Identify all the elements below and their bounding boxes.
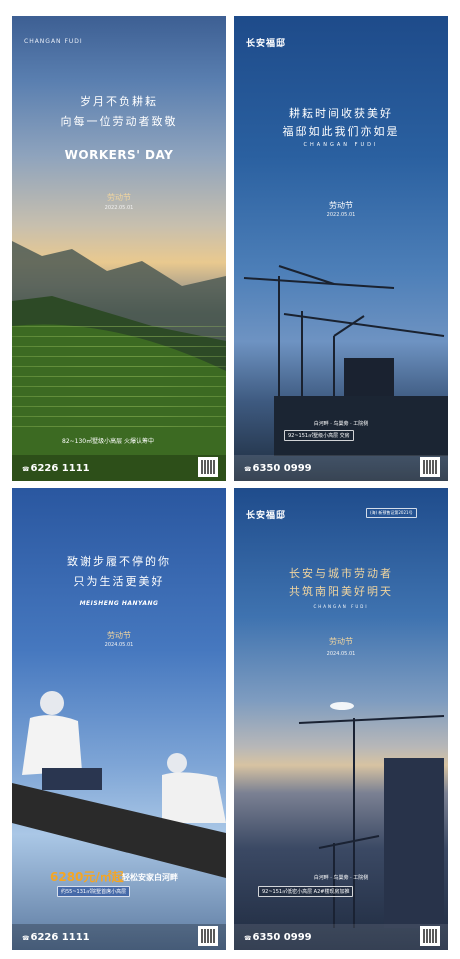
festival-date: 2022.05.01 [326,212,356,218]
promo-pill: 约55~131㎡院墅首席小高层 [57,886,131,897]
brand-logo: 长安福邸 [246,39,287,49]
festival-label: 劳动节 [329,637,353,646]
sub-title-en: MEISHENG HANYANG [79,600,159,607]
sub-title-en: CHANGAN FUDI [313,604,369,609]
phone-number-text: 6350 0999 [252,932,312,943]
phone-number: ☎6226 1111 [22,932,90,943]
phone-icon: ☎ [244,466,252,473]
poster-steel-workers: 致谢步履不停的你 只为生活更美好 MEISHENG HANYANG 劳动节 20… [12,488,226,950]
phone-number: ☎6350 0999 [244,932,312,943]
phone-icon: ☎ [22,466,30,473]
price-tagline: 轻松安家白河畔 [122,873,178,882]
poster-workers-day-terraces: CHANGAN FUDI 岁月不负耕耘 向每一位劳动者致敬 WORKERS' D… [12,16,226,481]
headline-line2: 向每一位劳动者致敬 [60,115,178,128]
phone-icon: ☎ [22,935,30,942]
brand-logo: 长安福邸 [246,511,287,521]
phone-number: ☎6350 0999 [244,463,312,474]
location-line: 白河畔 · 鸟巢旁 · 工院侧 [313,875,369,881]
brand-logo: CHANGAN FUDI [24,38,83,45]
phone-number-text: 6226 1111 [30,932,90,943]
festival-date: 2024.05.01 [326,651,356,657]
qr-code [420,926,440,946]
headline-line2: 只为生活更美好 [73,575,165,588]
qr-code [420,457,440,477]
headline-line1: 长安与城市劳动者 [289,567,393,580]
festival-label: 劳动节 [107,631,131,640]
phone-number: ☎6226 1111 [22,463,90,474]
phone-number-text: 6350 0999 [252,463,312,474]
festival-date: 2022.05.01 [104,205,134,211]
headline-line1: 岁月不负耕耘 [80,95,158,108]
festival-label: 劳动节 [107,193,131,202]
headline-line2: 共筑南阳美好明天 [289,585,393,598]
headline-line1: 致谢步履不停的你 [67,555,171,568]
festival-label: 劳动节 [329,201,353,210]
headline-line2: 福邸如此我们亦如是 [282,125,400,138]
festival-date: 2024.05.01 [104,642,134,648]
poster-crane-sunset: 长安福邸 (海) 新预售证第2021号 长安与城市劳动者 共筑南阳美好明天 CH… [234,488,448,950]
phone-number-text: 6226 1111 [30,463,90,474]
sub-title-en: WORKERS' DAY [64,148,174,162]
promo-text: 82~130㎡墅级小高层 火爆认筹中 [62,438,155,445]
phone-icon: ☎ [244,935,252,942]
promo-pill: 92~151㎡低密小高层 A2#楼现房加推 [258,886,354,897]
sub-title-en: CHANGAN FUDI [303,142,379,148]
qr-code [198,926,218,946]
poster-cranes-dusk: 长安福邸 耕耘时间收获美好 福邸如此我们亦如是 CHANGAN FUDI 劳动节… [234,16,448,481]
presale-badge: (海) 新预售证第2021号 [366,508,417,518]
qr-code [198,457,218,477]
price-text: 6280元/㎡起 [50,870,124,884]
promo-pill: 92~151㎡墅级小高层 交房 [284,430,354,441]
location-line: 白河畔 · 鸟巢旁 · 工院侧 [313,421,369,427]
headline-line1: 耕耘时间收获美好 [289,107,393,120]
